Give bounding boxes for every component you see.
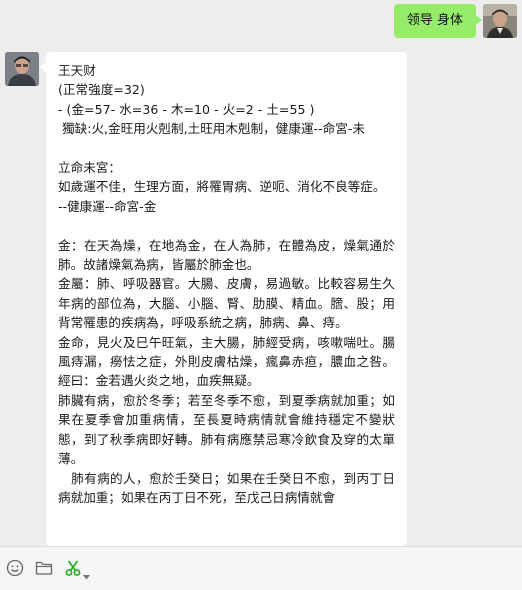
outgoing-message-bubble[interactable]: 领导 身体 <box>393 4 483 38</box>
input-toolbar <box>0 546 522 590</box>
message-paragraph-lung-seasons: 肺臟有病，愈於冬季；若至冬季不愈，到夏季病就加重；如果在夏季會加重病情，至長夏時… <box>58 392 395 467</box>
chat-area[interactable]: 领导 身体 王天财 (正常強度=32) - (金=57- 水=36 - 木=10… <box>0 0 522 546</box>
message-line-lacking: 獨缺:火,金旺用火剋制,土旺用木剋制，健康運--命宮-未 <box>58 121 365 137</box>
message-paragraph-lung-days: 肺有病的人，愈於壬癸日；如果在壬癸日不愈，到丙丁日病就加重；如果在丙丁日不死，至… <box>58 470 395 505</box>
chevron-down-icon[interactable] <box>83 565 90 584</box>
message-paragraph-metal-fate: 金命，見火及巳午旺氣，主大腸，肺經受病，咳嗽喘吐。腸風痔漏，癆怯之症，外則皮膚枯… <box>58 334 395 389</box>
folder-icon[interactable] <box>35 560 53 580</box>
message-line-strength: (正常強度=32) <box>58 82 145 98</box>
contact-avatar-image <box>5 52 39 86</box>
my-avatar[interactable] <box>483 4 517 38</box>
smiley-icon[interactable] <box>6 559 24 581</box>
message-paragraph-metal-organs: 金屬：肺、呼吸器官。大腸、皮膚，易過敏。比較容易生久年病的部位為，大腦、小腦、腎… <box>58 276 395 331</box>
outgoing-message-text: 领导 身体 <box>406 13 463 28</box>
message-line-elements: - (金=57- 水=36 - 木=10 - 火=2 - 土=55 ) <box>58 101 315 117</box>
message-paragraph-fortune: 如歲運不佳，生理方面，將罹胃病、逆呃、消化不良等症。 <box>58 179 386 195</box>
message-line-name: 王天财 <box>58 63 96 78</box>
message-line-health: --健康運--命宮-金 <box>58 198 157 214</box>
my-avatar-image <box>483 4 517 38</box>
incoming-message-bubble[interactable]: 王天财 (正常強度=32) - (金=57- 水=36 - 木=10 - 火=2… <box>46 52 407 546</box>
contact-avatar[interactable] <box>5 52 39 86</box>
message-line-palace: 立命未宮： <box>58 160 121 176</box>
message-paragraph-metal: 金：在天為燥，在地為金，在人為肺，在體為皮，燥氣通於肺。故諸燥氣為病，皆屬於肺金… <box>58 237 395 273</box>
scissors-icon[interactable] <box>64 559 82 581</box>
